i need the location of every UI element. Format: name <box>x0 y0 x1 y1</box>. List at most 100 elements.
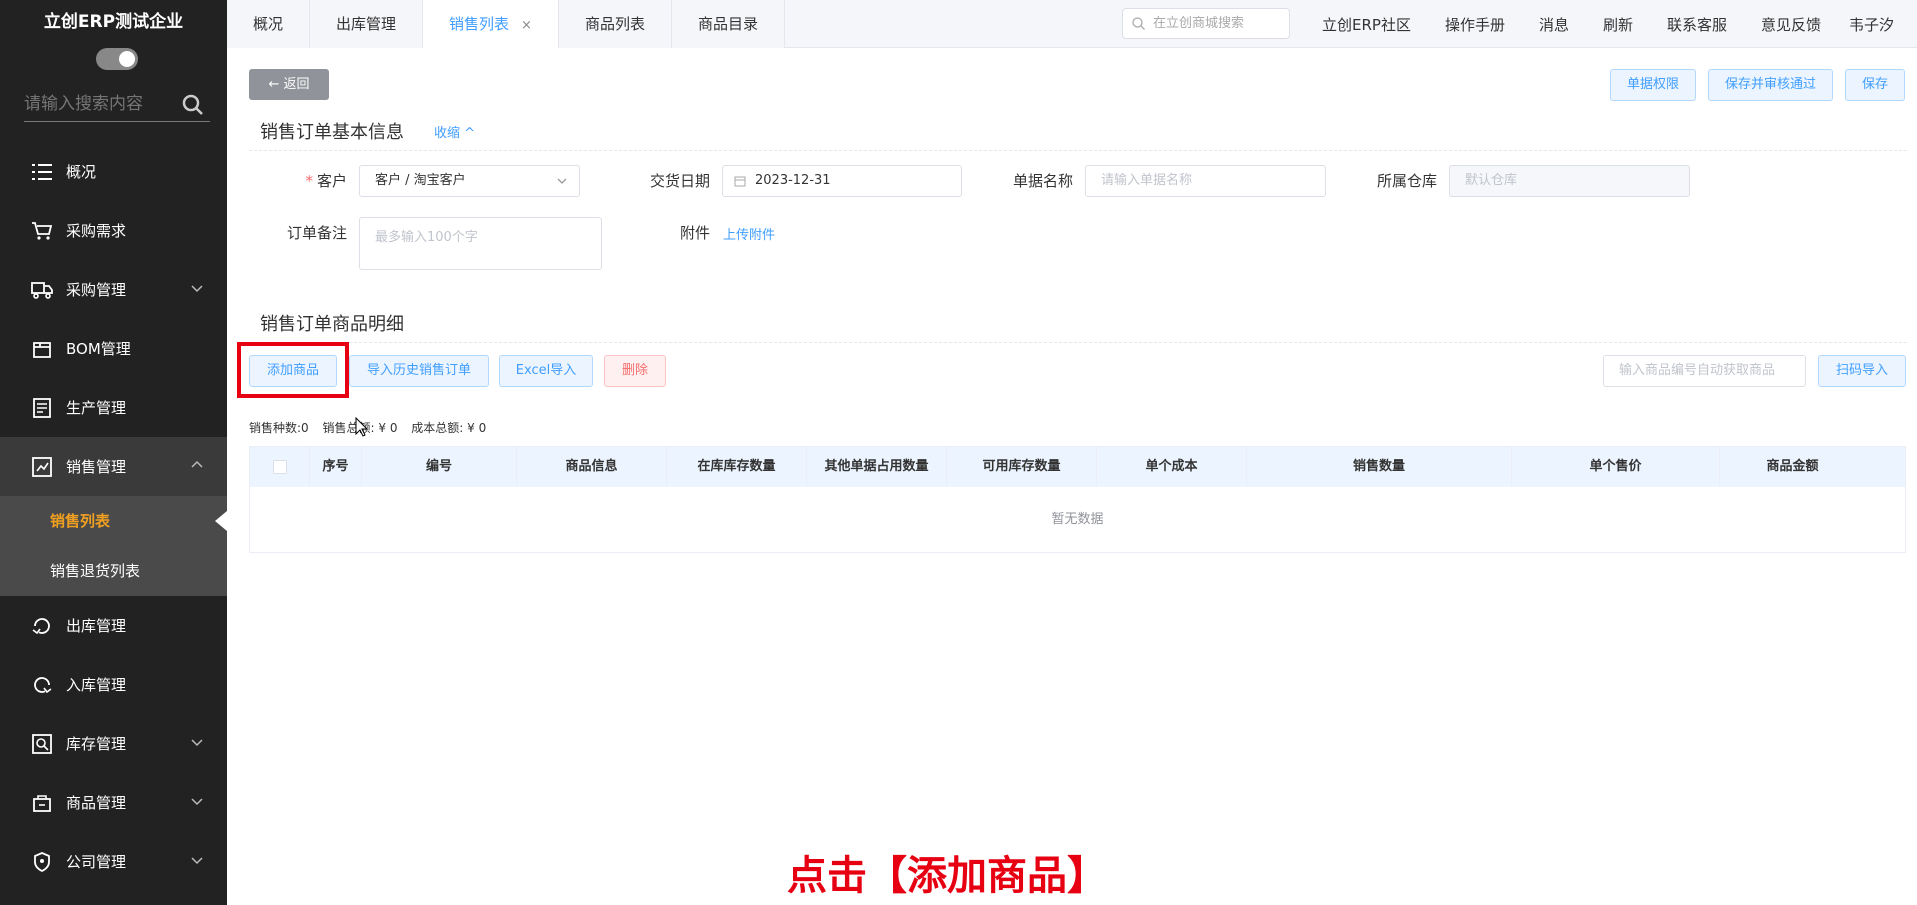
sidebar-item-label: 入库管理 <box>66 676 127 694</box>
customer-select[interactable]: 客户 / 淘宝客户 <box>359 165 580 197</box>
sidebar-item-production[interactable]: 生产管理 <box>0 378 227 437</box>
instruction-caption: 点击【添加商品】 <box>787 853 1107 899</box>
mall-search-input[interactable]: 在立创商城搜索 <box>1122 8 1290 39</box>
mouse-cursor-icon <box>355 417 369 437</box>
chevron-down-icon <box>191 285 203 293</box>
delivery-date-input[interactable]: 2023-12-31 <box>722 165 962 197</box>
column-header: 单个售价 <box>1512 447 1720 487</box>
sidebar-item-sales[interactable]: 销售管理 <box>0 437 227 496</box>
doc-name-input[interactable]: 请输入单据名称 <box>1085 165 1326 197</box>
remark-textarea[interactable]: 最多输入100个字 <box>359 217 602 270</box>
search-icon[interactable] <box>182 94 204 116</box>
sidebar-search-input[interactable] <box>24 88 174 120</box>
column-header: 其他单据占用数量 <box>807 447 947 487</box>
column-header: 在库库存数量 <box>667 447 807 487</box>
sidebar-item-label: 库存管理 <box>66 735 127 753</box>
empty-state: 暂无数据 <box>1051 512 1104 527</box>
save-button[interactable]: 保存 <box>1844 69 1905 101</box>
customer-label-text: 客户 <box>316 172 347 190</box>
divider <box>249 150 1907 151</box>
production-icon <box>30 396 54 420</box>
upload-attachment-link[interactable]: 上传附件 <box>723 224 775 243</box>
company-name: 立创ERP测试企业 <box>43 12 184 32</box>
action-bar: 单据权限 保存并审核通过 保存 <box>1598 69 1905 101</box>
summary-stats: 销售种数:0 销售总额: ¥ 0 成本总额: ¥ 0 <box>249 419 496 436</box>
user-name[interactable]: 韦子汐 <box>1849 14 1894 35</box>
sales-icon <box>30 455 54 479</box>
scan-import-button[interactable]: 扫码导入 <box>1818 355 1906 387</box>
tab-label: 销售列表 <box>449 15 510 33</box>
link-messages[interactable]: 消息 <box>1539 14 1569 35</box>
select-all-checkbox[interactable] <box>272 459 287 474</box>
toggle-knob <box>119 51 135 67</box>
doc-name-label: 单据名称 <box>1012 172 1073 190</box>
tab-overview[interactable]: 概况 <box>227 0 311 48</box>
sidebar-item-overview[interactable]: 概况 <box>0 142 227 201</box>
sidebar-item-sales-return-list[interactable]: 销售退货列表 <box>0 546 227 596</box>
goods-code-input[interactable]: 输入商品编号自动获取商品 <box>1603 355 1806 387</box>
box-icon <box>30 337 54 361</box>
sidebar-item-sales-list[interactable]: 销售列表 <box>0 496 227 546</box>
highlight-box <box>237 342 349 398</box>
doc-permission-button[interactable]: 单据权限 <box>1609 69 1696 101</box>
delete-button[interactable]: 删除 <box>604 355 666 387</box>
sidebar-item-outbound[interactable]: 出库管理 <box>0 596 227 655</box>
column-header: 编号 <box>362 447 517 487</box>
chevron-down-icon <box>557 178 567 184</box>
sidebar-item-inbound[interactable]: 入库管理 <box>0 655 227 714</box>
tab-goods-catalog[interactable]: 商品目录 <box>671 0 785 48</box>
chevron-down-icon <box>191 857 203 865</box>
save-approve-button[interactable]: 保存并审核通过 <box>1707 69 1833 101</box>
theme-toggle[interactable] <box>96 48 138 70</box>
delivery-date-value: 2023-12-31 <box>755 173 831 188</box>
import-history-button[interactable]: 导入历史销售订单 <box>349 355 489 387</box>
link-manual[interactable]: 操作手册 <box>1445 14 1505 35</box>
remark-label: 订单备注 <box>286 224 347 242</box>
sidebar-item-bom[interactable]: BOM管理 <box>0 319 227 378</box>
tab-sales-list[interactable]: 销售列表 × <box>423 0 559 48</box>
sidebar-item-purchase-demand[interactable]: 采购需求 <box>0 201 227 260</box>
excel-import-button[interactable]: Excel导入 <box>499 355 593 387</box>
sidebar: 立创ERP测试企业 概况 采购需求 采购管理 BOM管理 生产管理 销售管 <box>0 0 227 905</box>
inbound-icon <box>30 673 54 697</box>
column-header: 商品金额 <box>1766 459 1819 474</box>
list-icon <box>30 160 54 184</box>
warehouse-label: 所属仓库 <box>1376 172 1437 190</box>
column-header: 单个成本 <box>1097 447 1247 487</box>
sidebar-item-company[interactable]: 公司管理 <box>0 832 227 891</box>
sidebar-item-label: 公司管理 <box>66 853 127 871</box>
sidebar-search <box>24 88 210 122</box>
delivery-date-label: 交货日期 <box>649 172 710 190</box>
detail-title: 销售订单商品明细 <box>260 314 404 335</box>
sidebar-item-purchase-management[interactable]: 采购管理 <box>0 260 227 319</box>
tab-outbound[interactable]: 出库管理 <box>310 0 424 48</box>
goods-table: 序号 编号 商品信息 在库库存数量 其他单据占用数量 可用库存数量 单个成本 销… <box>249 446 1906 553</box>
back-button[interactable]: ← 返回 <box>249 69 329 100</box>
sidebar-item-label: 采购管理 <box>66 281 127 299</box>
outbound-icon <box>30 614 54 638</box>
chevron-up-icon <box>191 460 203 468</box>
link-feedback[interactable]: 意见反馈 <box>1761 14 1821 35</box>
customer-label: * 客户 <box>287 170 347 191</box>
shield-icon <box>30 850 54 874</box>
sales-submenu: 销售列表 销售退货列表 <box>0 496 227 596</box>
attachment-label: 附件 <box>679 224 710 242</box>
close-icon[interactable]: × <box>521 18 532 33</box>
table-header: 序号 编号 商品信息 在库库存数量 其他单据占用数量 可用库存数量 单个成本 销… <box>250 447 1905 487</box>
collapse-link[interactable]: 收缩 ^ <box>434 122 475 141</box>
sidebar-item-label: 采购需求 <box>66 222 127 240</box>
top-bar: 概况 出库管理 销售列表 × 商品列表 商品目录 在立创商城搜索 立创ERP社区 … <box>227 0 1917 48</box>
sidebar-item-inventory[interactable]: 库存管理 <box>0 714 227 773</box>
link-support[interactable]: 联系客服 <box>1667 14 1727 35</box>
link-community[interactable]: 立创ERP社区 <box>1322 14 1411 35</box>
chevron-down-icon <box>191 739 203 747</box>
customer-value: 客户 / 淘宝客户 <box>375 173 466 188</box>
warehouse-input: 默认仓库 <box>1449 165 1690 197</box>
search-placeholder: 在立创商城搜索 <box>1153 16 1245 31</box>
sidebar-item-goods[interactable]: 商品管理 <box>0 773 227 832</box>
top-links: 立创ERP社区 操作手册 消息 刷新 联系客服 意见反馈 韦子汐 <box>1322 0 1894 48</box>
link-refresh[interactable]: 刷新 <box>1603 14 1633 35</box>
sidebar-item-label: 概况 <box>66 163 97 181</box>
tab-goods-list[interactable]: 商品列表 <box>558 0 672 48</box>
main-content: ← 返回 单据权限 保存并审核通过 保存 销售订单基本信息 收缩 ^ * 客户 客… <box>227 48 1917 905</box>
